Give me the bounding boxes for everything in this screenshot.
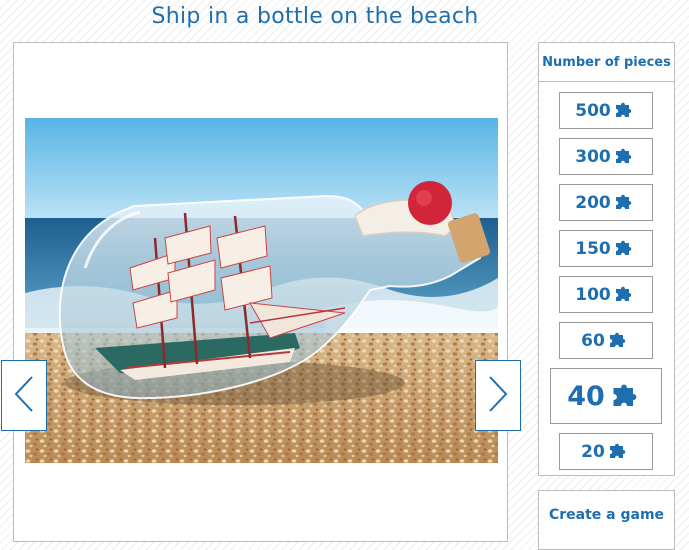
pieces-option-20[interactable]: 20 xyxy=(559,433,653,470)
pieces-option-100[interactable]: 100 xyxy=(559,276,653,313)
pieces-option-300[interactable]: 300 xyxy=(559,138,653,175)
pieces-option-40[interactable]: 40 xyxy=(550,368,662,424)
puzzle-piece-icon xyxy=(613,235,637,263)
pieces-header: Number of pieces xyxy=(539,43,674,82)
puzzle-piece-icon xyxy=(609,376,645,416)
chevron-right-icon xyxy=(487,374,509,418)
pieces-option-label: 500 xyxy=(575,100,611,121)
pieces-option-60[interactable]: 60 xyxy=(559,322,653,359)
pieces-option-label: 40 xyxy=(567,380,605,412)
chevron-left-icon xyxy=(13,374,35,418)
puzzle-piece-icon xyxy=(607,327,631,355)
puzzle-piece-icon xyxy=(613,97,637,125)
pieces-option-label: 60 xyxy=(581,330,605,351)
create-game-button[interactable]: Create a game xyxy=(538,490,675,550)
previous-image-button[interactable] xyxy=(1,360,47,431)
next-image-button[interactable] xyxy=(475,360,521,431)
page-title: Ship in a bottle on the beach xyxy=(151,4,479,29)
pieces-option-500[interactable]: 500 xyxy=(559,92,653,129)
pieces-option-label: 300 xyxy=(575,146,611,167)
puzzle-piece-icon xyxy=(607,438,631,466)
puzzle-piece-icon xyxy=(613,189,637,217)
pieces-option-label: 200 xyxy=(575,192,611,213)
puzzle-piece-icon xyxy=(613,281,637,309)
pieces-option-150[interactable]: 150 xyxy=(559,230,653,267)
pieces-option-label: 100 xyxy=(575,284,611,305)
puzzle-piece-icon xyxy=(613,143,637,171)
pieces-option-200[interactable]: 200 xyxy=(559,184,653,221)
pieces-option-label: 20 xyxy=(581,441,605,462)
puzzle-preview-image xyxy=(25,118,498,463)
pieces-option-label: 150 xyxy=(575,238,611,259)
